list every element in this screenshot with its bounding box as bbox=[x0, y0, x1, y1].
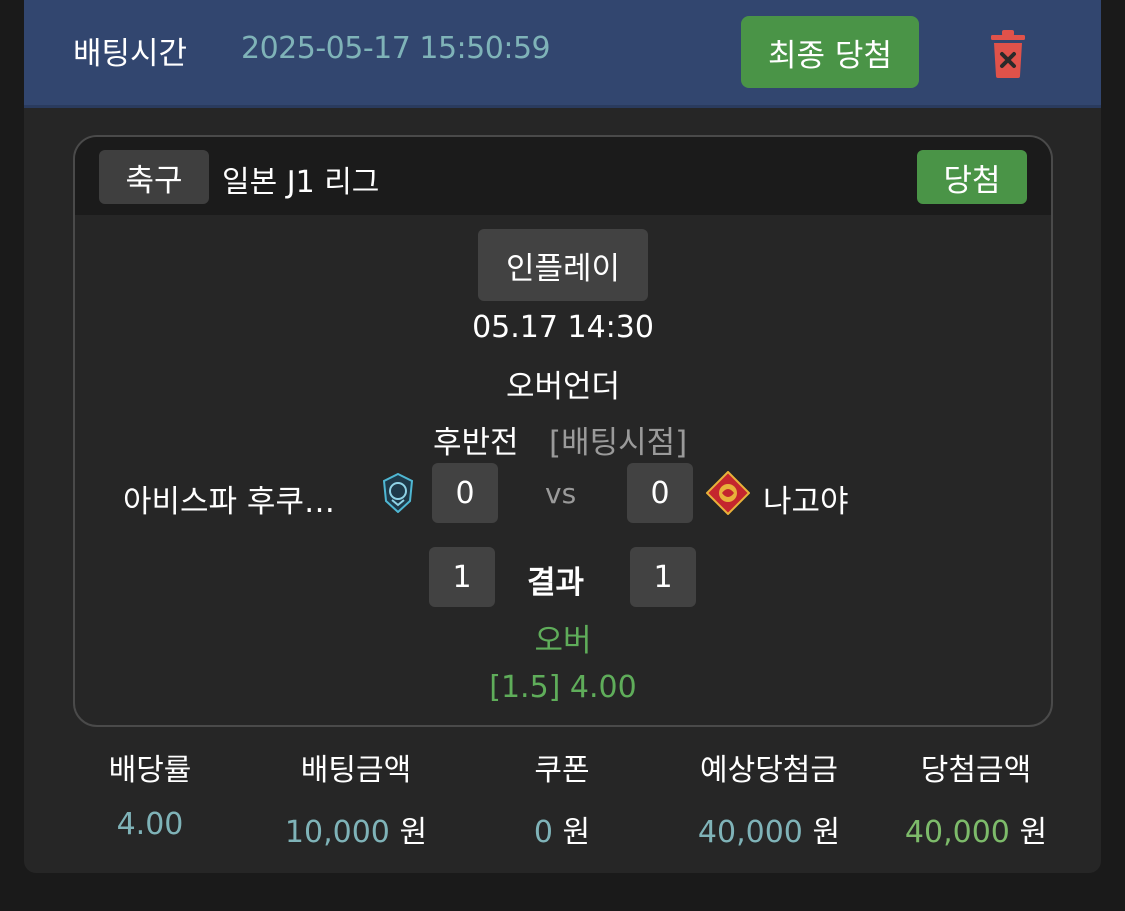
away-final-score: 1 bbox=[630, 547, 696, 607]
stat-value-row: 40,000 원 bbox=[664, 807, 874, 851]
stat-value: 0 bbox=[533, 815, 553, 850]
stat-bet-amount: 배팅금액 10,000 원 bbox=[266, 745, 446, 851]
stat-unit: 원 bbox=[562, 815, 591, 850]
bet-point-label: [배팅시점] bbox=[549, 425, 688, 461]
match-header: 축구 일본 J1 리그 당첨 bbox=[75, 137, 1051, 215]
stat-unit: 원 bbox=[812, 815, 841, 850]
stat-value-row: 10,000 원 bbox=[266, 807, 446, 851]
win-status-badge: 당첨 bbox=[917, 150, 1027, 204]
stat-value-row: 0 원 bbox=[502, 807, 622, 851]
stat-win-amount: 당첨금액 40,000 원 bbox=[876, 745, 1076, 851]
away-team-name: 나고야 bbox=[763, 484, 849, 520]
stat-label: 예상당첨금 bbox=[700, 753, 838, 788]
stat-coupon: 쿠폰 0 원 bbox=[502, 745, 622, 851]
match-panel: 축구 일본 J1 리그 당첨 인플레이 05.17 14:30 오버언더 후반전… bbox=[73, 135, 1053, 727]
stat-value-row: 40,000 원 bbox=[876, 807, 1076, 851]
bet-time-value: 2025-05-17 15:50:59 bbox=[241, 31, 551, 66]
inplay-badge: 인플레이 bbox=[478, 229, 648, 301]
stat-unit: 원 bbox=[399, 815, 428, 850]
stat-value: 40,000 bbox=[697, 815, 803, 850]
home-final-score: 1 bbox=[429, 547, 495, 607]
home-team-logo-icon bbox=[382, 473, 414, 513]
odds-line: [1.5] 4.00 bbox=[489, 670, 637, 705]
home-team-name: 아비스파 후쿠… bbox=[123, 484, 335, 520]
final-win-button[interactable]: 최종 당첨 bbox=[741, 16, 919, 88]
stat-label: 쿠폰 bbox=[534, 753, 590, 788]
away-score-at-bet: 0 bbox=[627, 463, 693, 523]
league-name: 일본 J1 리그 bbox=[222, 165, 380, 200]
stat-label: 배당률 bbox=[108, 753, 192, 788]
match-period: 후반전 bbox=[433, 425, 519, 461]
home-score-at-bet: 0 bbox=[432, 463, 498, 523]
bet-slip-card: 배팅시간 2025-05-17 15:50:59 최종 당첨 축구 일본 J1 … bbox=[24, 0, 1101, 873]
match-datetime: 05.17 14:30 bbox=[472, 310, 654, 345]
stat-value: 40,000 bbox=[904, 815, 1010, 850]
stat-label: 당첨금액 bbox=[920, 753, 1032, 788]
stat-unit: 원 bbox=[1019, 815, 1048, 850]
vs-label: vs bbox=[545, 477, 577, 510]
result-label: 결과 bbox=[527, 565, 585, 601]
stat-value-row: 4.00 bbox=[80, 807, 220, 842]
bet-time-label: 배팅시간 bbox=[73, 36, 188, 72]
sport-badge: 축구 bbox=[99, 150, 209, 204]
stat-expected-win: 예상당첨금 40,000 원 bbox=[664, 745, 874, 851]
away-team-logo-icon bbox=[706, 471, 750, 515]
selection-result: 오버 bbox=[534, 623, 592, 659]
market-type: 오버언더 bbox=[505, 369, 621, 405]
bet-header: 배팅시간 2025-05-17 15:50:59 최종 당첨 bbox=[24, 0, 1101, 108]
trash-icon[interactable] bbox=[990, 30, 1026, 78]
stat-label: 배팅금액 bbox=[300, 753, 412, 788]
bet-summary: 배당률 4.00 배팅금액 10,000 원 쿠폰 0 원 예상당첨금 40,0… bbox=[24, 745, 1101, 850]
stat-odds: 배당률 4.00 bbox=[80, 745, 220, 842]
stat-value: 10,000 bbox=[284, 815, 390, 850]
stat-value: 4.00 bbox=[116, 807, 184, 842]
